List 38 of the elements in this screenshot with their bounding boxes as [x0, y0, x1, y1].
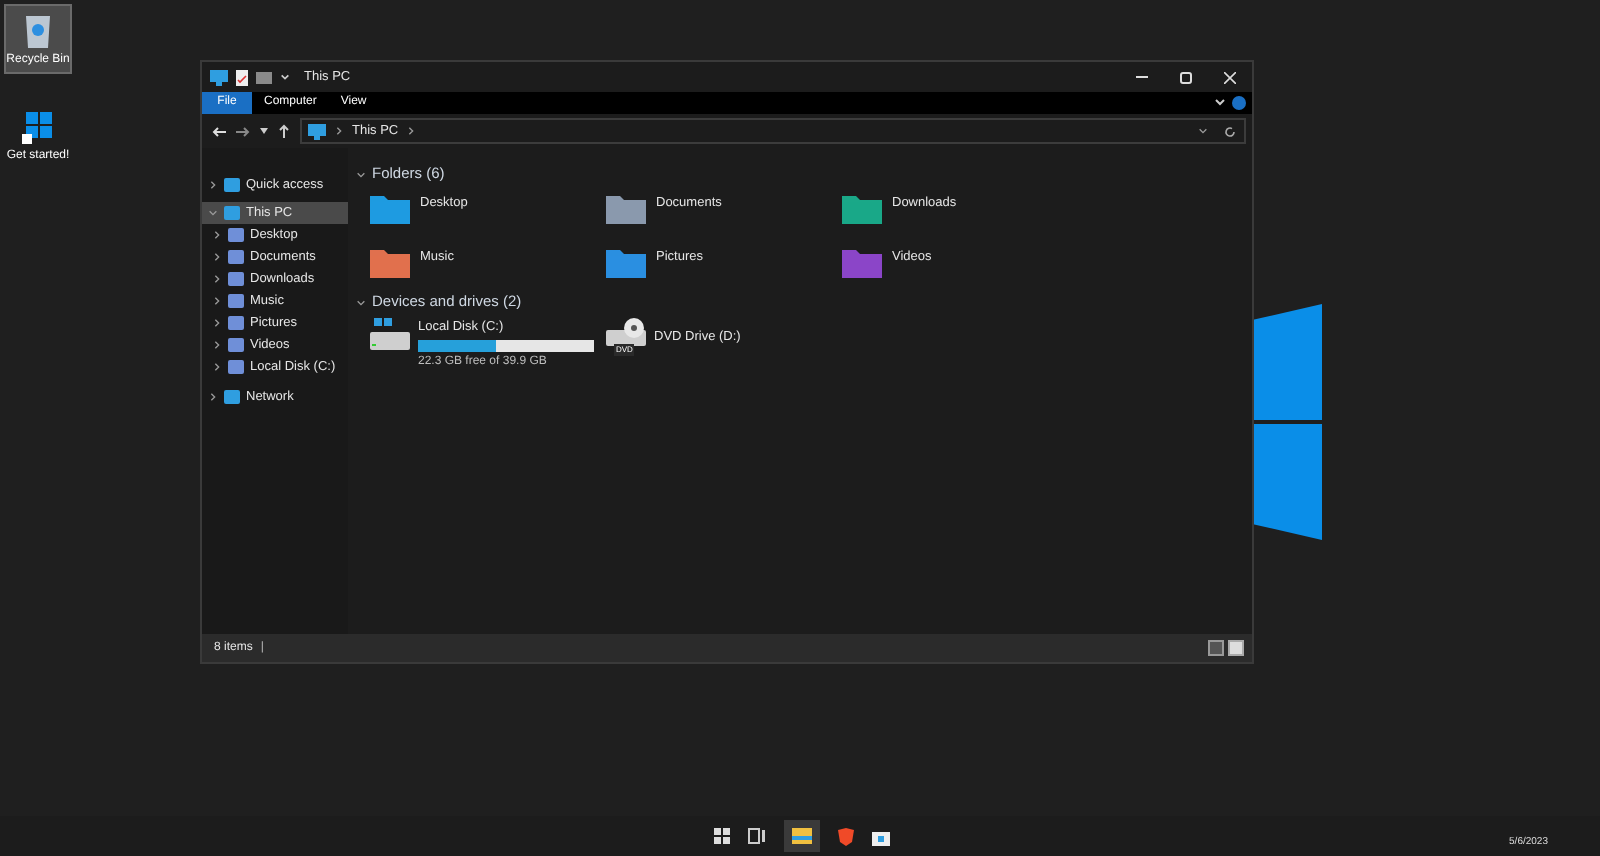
chevron-icon[interactable]: [208, 180, 218, 190]
recycle-bin-icon: [22, 10, 54, 50]
hard-drive-icon: [370, 318, 410, 354]
folder-icon: [792, 828, 812, 844]
windows-icon: [20, 110, 56, 146]
computer-icon: [210, 69, 228, 85]
chevron-icon[interactable]: [1198, 126, 1208, 136]
chevron-icon[interactable]: [208, 392, 218, 402]
close-icon: [1224, 71, 1236, 83]
chevron-icon[interactable]: [212, 252, 222, 262]
chevron-icon[interactable]: [356, 297, 366, 307]
chevron-icon[interactable]: [334, 126, 344, 136]
dropdown-icon[interactable]: [280, 72, 290, 82]
recent-locations-icon[interactable]: [260, 128, 268, 134]
chevron-icon[interactable]: [212, 230, 222, 240]
chevron-icon[interactable]: [212, 296, 222, 306]
dvd-drive-icon: [606, 318, 646, 346]
chevron-icon[interactable]: [212, 362, 222, 372]
maximize-icon: [1180, 71, 1192, 83]
file-explorer-taskbar-button[interactable]: [784, 820, 820, 852]
task-view-icon[interactable]: [748, 828, 766, 844]
chevron-icon[interactable]: [208, 208, 218, 218]
forward-icon[interactable]: [236, 125, 250, 137]
refresh-icon[interactable]: [1224, 125, 1236, 137]
chevron-icon[interactable]: [212, 274, 222, 284]
minimize-icon: [1136, 76, 1148, 78]
chevron-icon[interactable]: [212, 340, 222, 350]
computer-icon: [308, 123, 326, 139]
properties-icon[interactable]: [236, 69, 248, 85]
chevron-icon[interactable]: [212, 318, 222, 328]
back-icon[interactable]: [212, 125, 226, 137]
shield-icon[interactable]: [838, 827, 854, 845]
start-icon[interactable]: [714, 828, 730, 844]
details-view-icon[interactable]: [1208, 640, 1224, 656]
expand-ribbon-icon[interactable]: [1214, 98, 1226, 108]
chevron-icon[interactable]: [356, 169, 366, 179]
chevron-icon[interactable]: [406, 126, 417, 136]
up-icon[interactable]: [278, 124, 290, 138]
